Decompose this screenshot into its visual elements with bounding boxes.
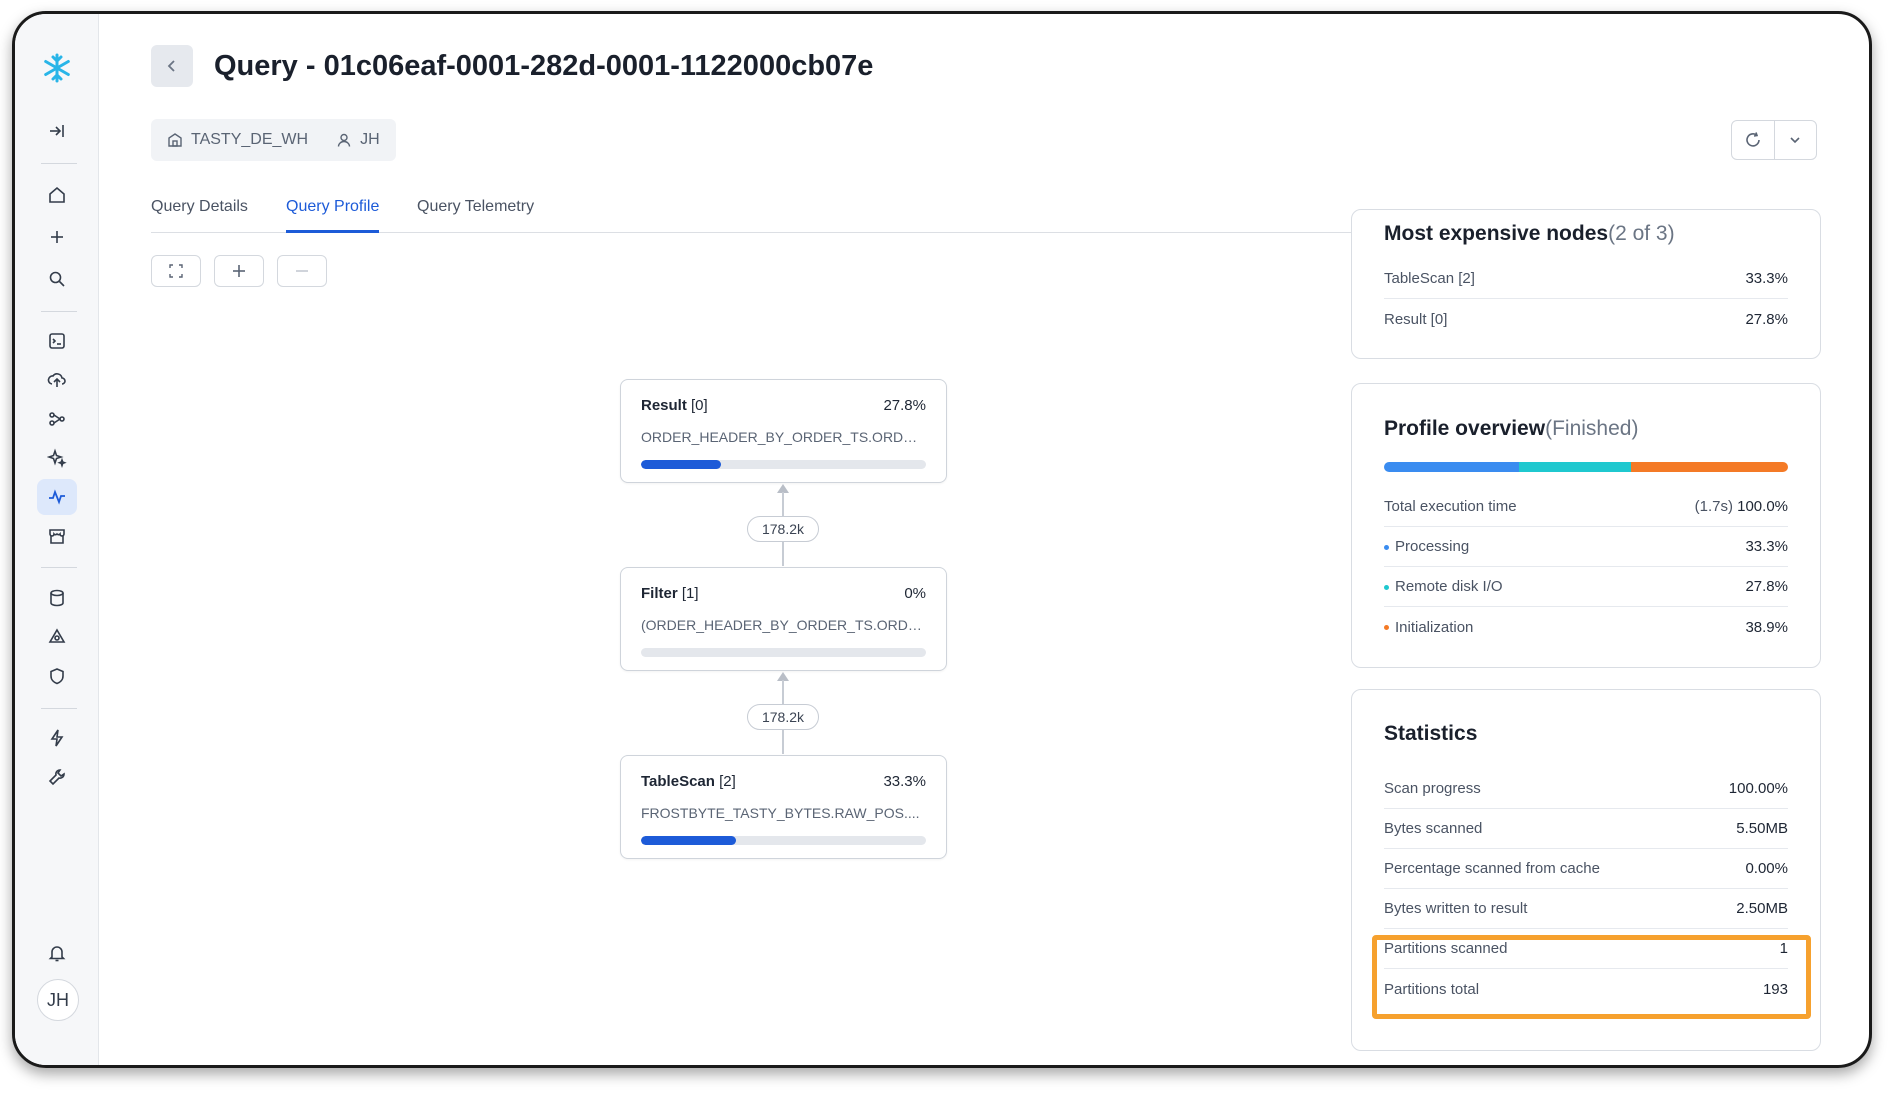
- plus-icon: [233, 265, 245, 277]
- node-percentage: 0%: [904, 585, 926, 602]
- shield-icon[interactable]: [37, 658, 77, 694]
- lightning-icon[interactable]: [37, 720, 77, 756]
- zoom-out-button[interactable]: [277, 255, 327, 287]
- user-avatar[interactable]: JH: [37, 979, 79, 1021]
- most-expensive-nodes-panel: Most expensive nodes(2 of 3) TableScan […: [1351, 209, 1821, 359]
- remote-disk-io-row: Remote disk I/O 27.8%: [1384, 567, 1788, 607]
- panel-title: Statistics: [1384, 722, 1478, 745]
- refresh-button[interactable]: [1732, 121, 1774, 159]
- total-execution-time-row: Total execution time (1.7s) 100.0%: [1384, 487, 1788, 527]
- snowflake-logo-icon[interactable]: [37, 48, 77, 88]
- data-products-icon[interactable]: [37, 401, 77, 437]
- node-description: FROSTBYTE_TASTY_BYTES.RAW_POS....: [641, 805, 920, 821]
- fullscreen-icon: [169, 264, 183, 278]
- sidebar: JH: [15, 14, 99, 1065]
- graph-node-tablescan[interactable]: TableScan [2] 33.3% FROSTBYTE_TASTY_BYTE…: [620, 755, 947, 859]
- user-icon: [337, 133, 351, 147]
- warehouse-name: TASTY_DE_WH: [191, 131, 309, 148]
- back-button[interactable]: [151, 45, 193, 87]
- node-progress-bar: [641, 460, 926, 469]
- expensive-node-row[interactable]: Result [0] 27.8%: [1384, 299, 1788, 339]
- stat-row: Scan progress 100.00%: [1384, 769, 1788, 809]
- node-progress-bar: [641, 648, 926, 657]
- query-context-chips: TASTY_DE_WH JH: [151, 119, 396, 161]
- node-name: Filter: [641, 585, 678, 602]
- graph-node-filter[interactable]: Filter [1] 0% (ORDER_HEADER_BY_ORDER_TS.…: [620, 567, 947, 671]
- cloud-upload-icon[interactable]: [37, 362, 77, 398]
- refresh-icon: [1746, 132, 1760, 147]
- zoom-in-button[interactable]: [214, 255, 264, 287]
- user-name: JH: [360, 131, 380, 148]
- initialization-segment: [1630, 462, 1788, 472]
- stat-row: Bytes scanned 5.50MB: [1384, 809, 1788, 849]
- panel-title: Most expensive nodes(2 of 3): [1384, 222, 1675, 245]
- marketplace-icon[interactable]: [37, 518, 77, 554]
- initialization-row: Initialization 38.9%: [1384, 607, 1788, 647]
- refresh-button-group: [1731, 120, 1817, 160]
- search-icon[interactable]: [37, 261, 77, 297]
- governance-icon[interactable]: [37, 619, 77, 655]
- node-progress-bar: [641, 836, 926, 845]
- graph-node-result[interactable]: Result [0] 27.8% ORDER_HEADER_BY_ORDER_T…: [620, 379, 947, 483]
- admin-tools-icon[interactable]: [37, 759, 77, 795]
- node-percentage: 27.8%: [883, 397, 926, 414]
- warehouse-icon: [168, 133, 182, 147]
- refresh-options-dropdown[interactable]: [1773, 121, 1817, 159]
- home-icon[interactable]: [37, 177, 77, 213]
- monitoring-activity-icon[interactable]: [37, 479, 77, 515]
- app-window: JH Query - 01c06eaf-0001-282d-0001-11220…: [12, 11, 1872, 1068]
- ai-sparkle-icon[interactable]: [37, 440, 77, 476]
- profile-overview-panel: Profile overview(Finished) Total executi…: [1351, 383, 1821, 668]
- expand-sidebar-icon[interactable]: [37, 113, 77, 149]
- fit-to-screen-button[interactable]: [151, 255, 201, 287]
- partitions-highlight-box: [1372, 935, 1811, 1019]
- minus-icon: [296, 270, 308, 272]
- node-description: (ORDER_HEADER_BY_ORDER_TS.ORDER...: [641, 617, 926, 633]
- node-percentage: 33.3%: [883, 773, 926, 790]
- processing-segment: [1384, 462, 1519, 472]
- worksheets-icon[interactable]: [37, 323, 77, 359]
- plus-icon[interactable]: [37, 219, 77, 255]
- tab-query-details[interactable]: Query Details: [151, 198, 248, 230]
- tab-query-profile[interactable]: Query Profile: [286, 198, 380, 233]
- expensive-node-row[interactable]: TableScan [2] 33.3%: [1384, 259, 1788, 299]
- edge-row-count: 178.2k: [747, 704, 819, 730]
- chevron-down-icon: [1790, 137, 1800, 144]
- remote-disk-io-segment: [1518, 462, 1631, 472]
- node-name: Result: [641, 397, 687, 414]
- panel-title: Profile overview(Finished): [1384, 417, 1639, 440]
- edge-row-count: 178.2k: [747, 516, 819, 542]
- bell-icon[interactable]: [37, 935, 77, 971]
- processing-row: Processing 33.3%: [1384, 527, 1788, 567]
- database-icon[interactable]: [37, 580, 77, 616]
- execution-breakdown-bar: [1384, 462, 1788, 472]
- chevron-left-icon: [167, 60, 175, 72]
- stat-row: Bytes written to result 2.50MB: [1384, 889, 1788, 929]
- page-title: Query - 01c06eaf-0001-282d-0001-1122000c…: [214, 50, 874, 82]
- tab-query-telemetry[interactable]: Query Telemetry: [417, 198, 534, 230]
- stat-row: Percentage scanned from cache 0.00%: [1384, 849, 1788, 889]
- node-id: [2]: [719, 773, 736, 790]
- node-name: TableScan: [641, 773, 715, 790]
- node-id: [1]: [681, 585, 699, 602]
- node-description: ORDER_HEADER_BY_ORDER_TS.ORDER...: [641, 429, 926, 445]
- node-id: [0]: [691, 397, 708, 414]
